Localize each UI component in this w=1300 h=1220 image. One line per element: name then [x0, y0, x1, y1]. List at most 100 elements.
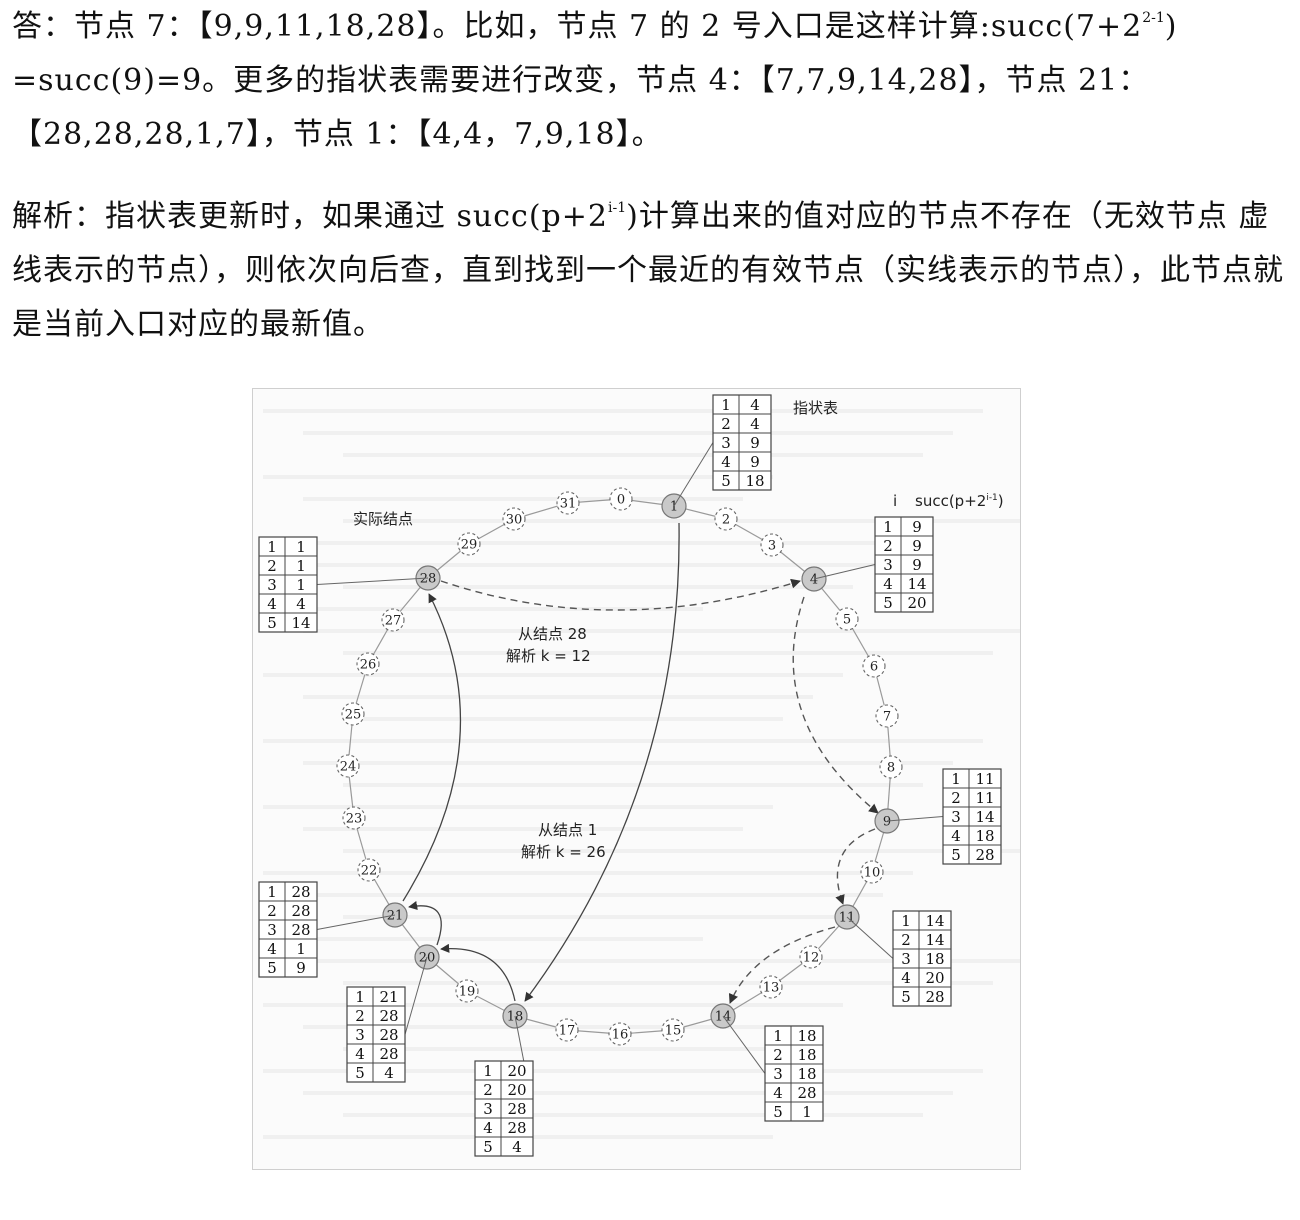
- node-number: 25: [345, 708, 362, 723]
- node-number: 8: [887, 761, 895, 776]
- answer-line-1-text: 答：节点 7：【9,9,11,18,28】。比如，节点 7 的 2 号入口是这样…: [12, 9, 1143, 44]
- virtual-node-13: 13: [759, 975, 783, 999]
- note-from-1-line-2: 解析 k = 26: [521, 843, 606, 861]
- scan-residue-line: [263, 805, 773, 809]
- table-succ-cell: 18: [975, 827, 994, 845]
- table-succ-cell: 28: [291, 902, 310, 920]
- table-index-cell: 1: [773, 1027, 783, 1045]
- virtual-node-16: 16: [608, 1022, 632, 1046]
- table-connector: [316, 577, 429, 585]
- table-index-cell: 1: [267, 883, 277, 901]
- table-index-cell: 3: [901, 950, 911, 968]
- scan-residue-line: [343, 849, 1020, 853]
- table-succ-cell: 1: [296, 538, 306, 556]
- node-number: 5: [843, 613, 851, 628]
- table-succ-cell: 28: [291, 883, 310, 901]
- node-number: 6: [870, 660, 878, 675]
- table-succ-cell: 4: [512, 1138, 522, 1156]
- table-succ-cell: 9: [912, 518, 922, 536]
- header-succ-exponent: i-1: [986, 493, 997, 503]
- table-index-cell: 4: [901, 969, 911, 987]
- table-index-cell: 2: [267, 557, 277, 575]
- table-succ-cell: 14: [925, 931, 944, 949]
- scan-residue-line: [263, 541, 913, 545]
- table-succ-cell: 4: [750, 396, 760, 414]
- scan-residue-line: [343, 1047, 783, 1051]
- answer-line-2: =succ(9)=9。更多的指状表需要进行改变，节点 4：【7,7,9,14,2…: [12, 63, 1150, 98]
- virtual-node-29: 29: [457, 532, 481, 556]
- table-succ-cell: 18: [797, 1065, 816, 1083]
- node-number: 7: [883, 710, 891, 725]
- table-index-cell: 2: [901, 931, 911, 949]
- table-index-cell: 3: [721, 434, 731, 452]
- analysis-paragraph: 解析：指状表更新时，如果通过 succ(p+2i-1)计算出来的值对应的节点不存…: [12, 190, 1292, 352]
- table-succ-cell: 20: [925, 969, 944, 987]
- table-succ-cell: 14: [975, 808, 994, 826]
- table-succ-cell: 28: [379, 1026, 398, 1044]
- table-succ-cell: 9: [912, 556, 922, 574]
- table-index-cell: 5: [883, 594, 893, 612]
- table-succ-cell: 9: [912, 537, 922, 555]
- table-succ-cell: 1: [802, 1103, 812, 1121]
- header-succ-close: ): [998, 492, 1004, 510]
- virtual-node-2: 2: [714, 507, 738, 531]
- table-connector: [722, 1015, 766, 1074]
- answer-line-1-exponent: 2-1: [1142, 10, 1165, 26]
- scan-residue-line: [263, 409, 983, 413]
- table-index-cell: 4: [355, 1045, 365, 1063]
- table-succ-cell: 20: [907, 594, 926, 612]
- table-index-cell: 5: [483, 1138, 493, 1156]
- node-number: 9: [883, 815, 891, 830]
- table-index-cell: 5: [901, 988, 911, 1006]
- table-index-cell: 2: [355, 1007, 365, 1025]
- table-index-cell: 3: [267, 921, 277, 939]
- table-index-cell: 5: [355, 1064, 365, 1082]
- table-index-cell: 2: [721, 415, 731, 433]
- table-index-cell: 2: [773, 1046, 783, 1064]
- scan-residue-line: [263, 475, 773, 479]
- table-index-cell: 1: [901, 912, 911, 930]
- note-from-1-line-1: 从结点 1: [538, 821, 597, 839]
- finger-table-14: 1 18 2 18 3 18 4 28 5 1: [722, 1015, 824, 1122]
- node-number: 28: [420, 572, 437, 587]
- table-index-cell: 3: [355, 1026, 365, 1044]
- actual-node-label: 实际结点: [353, 510, 413, 528]
- scan-residue-line: [263, 673, 843, 677]
- node-number: 16: [612, 1028, 629, 1043]
- finger-table-11: 1 14 2 14 3 18 4 20 5 28: [846, 910, 952, 1007]
- scan-residue-line: [263, 739, 983, 743]
- analysis-exponent: i-1: [608, 200, 627, 216]
- table-connector: [404, 956, 428, 1035]
- virtual-node-7: 7: [875, 704, 899, 728]
- table-index-cell: 3: [773, 1065, 783, 1083]
- scan-residue-line: [303, 695, 813, 699]
- table-succ-cell: 20: [507, 1062, 526, 1080]
- chord-ring-figure: 0 1 2 3 4 5 6 7 8 9 10 11 12 13 14 15 16 17 18 19 20 21 22 23 24…: [252, 388, 1021, 1170]
- analysis-text-part-1: 解析：指状表更新时，如果通过 succ(p+2: [12, 199, 608, 234]
- table-succ-cell: 28: [507, 1100, 526, 1118]
- node-number: 4: [810, 573, 818, 588]
- scan-residue-line: [263, 937, 703, 941]
- node-number: 30: [506, 513, 523, 528]
- table-succ-cell: 4: [384, 1064, 394, 1082]
- virtual-node-25: 25: [341, 702, 365, 726]
- virtual-node-27: 27: [381, 608, 405, 632]
- node-number: 15: [665, 1024, 682, 1039]
- table-index-cell: 4: [773, 1084, 783, 1102]
- table-succ-cell: 28: [507, 1119, 526, 1137]
- virtual-node-8: 8: [879, 755, 903, 779]
- node-number: 27: [385, 614, 402, 629]
- table-succ-cell: 9: [296, 959, 306, 977]
- answer-paragraph: 答：节点 7：【9,9,11,18,28】。比如，节点 7 的 2 号入口是这样…: [12, 0, 1292, 162]
- virtual-node-6: 6: [862, 654, 886, 678]
- note-from-28-line-1: 从结点 28: [518, 625, 587, 643]
- scan-residue-line: [303, 431, 953, 435]
- table-succ-cell: 28: [975, 846, 994, 864]
- table-index-cell: 1: [483, 1062, 493, 1080]
- scan-residue-line: [303, 629, 1020, 633]
- node-number: 12: [803, 951, 820, 966]
- table-index-cell: 1: [721, 396, 731, 414]
- scan-residue-line: [343, 915, 853, 919]
- table-connector: [846, 916, 894, 959]
- table-succ-cell: 1: [296, 940, 306, 958]
